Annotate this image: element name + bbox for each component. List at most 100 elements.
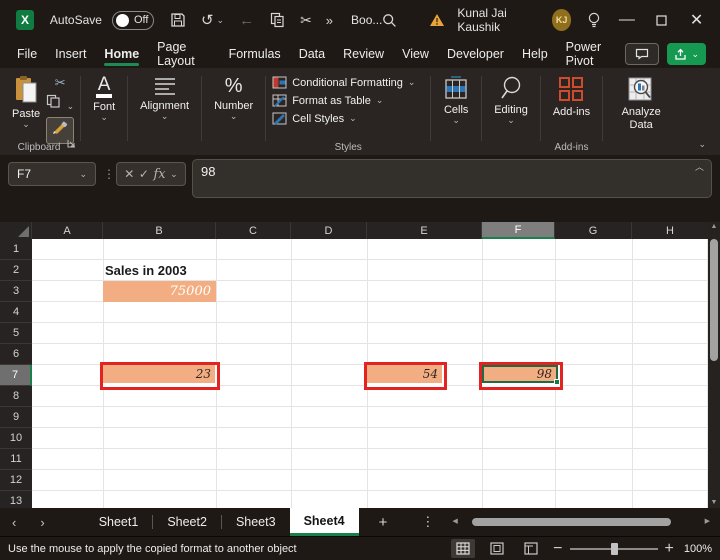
formula-input[interactable]: 98 [192, 159, 712, 198]
page-layout-view-button[interactable] [485, 539, 509, 558]
cell-styles-button[interactable]: Cell Styles ⌄ [272, 112, 415, 125]
tab-developer[interactable]: Developer [438, 43, 513, 65]
undo-dropdown-icon[interactable]: ⌄ [217, 15, 225, 25]
column-header-c[interactable]: C [216, 222, 291, 239]
column-header-h[interactable]: H [632, 222, 708, 239]
tab-view[interactable]: View [393, 43, 438, 65]
save-icon[interactable] [170, 12, 186, 28]
formula-bar-grip-icon[interactable]: ⋮ [103, 167, 115, 181]
row-header-6[interactable]: 6 [0, 344, 32, 365]
row-header-1[interactable]: 1 [0, 239, 32, 260]
maximize-button[interactable] [648, 14, 675, 26]
column-header-d[interactable]: D [291, 222, 367, 239]
row-header-10[interactable]: 10 [0, 428, 32, 449]
warning-icon[interactable] [429, 13, 445, 27]
collapse-formula-bar-icon[interactable]: ︿ [695, 163, 704, 172]
column-header-f[interactable]: F [482, 222, 555, 239]
undo-icon[interactable]: ↺ [201, 13, 214, 28]
row-header-7[interactable]: 7 [0, 365, 32, 386]
row-header-13[interactable]: 13 [0, 491, 32, 508]
tab-formulas[interactable]: Formulas [220, 43, 290, 65]
share-button[interactable]: ⌄ [667, 43, 706, 65]
cut-button[interactable]: ✂ [55, 75, 66, 91]
cell-f7-active[interactable]: 98 [479, 362, 563, 390]
name-box-dropdown-icon[interactable]: ⌄ [79, 169, 87, 179]
search-icon[interactable] [382, 13, 397, 28]
sheet-nav-left-icon[interactable]: ‹ [0, 515, 28, 530]
format-as-table-button[interactable]: Format as Table ⌄ [272, 94, 415, 107]
new-sheet-button[interactable]: + [359, 514, 408, 531]
vertical-scroll-thumb[interactable] [710, 239, 718, 361]
zoom-slider-thumb[interactable] [610, 542, 618, 555]
name-box[interactable]: F7 ⌄ [8, 162, 96, 186]
column-header-e[interactable]: E [367, 222, 482, 239]
column-header-a[interactable]: A [32, 222, 103, 239]
zoom-slider[interactable] [569, 542, 658, 555]
lightbulb-icon[interactable] [587, 12, 601, 29]
document-title[interactable]: Boo... [351, 13, 382, 27]
zoom-level[interactable]: 100% [684, 543, 712, 555]
cells-menu-button[interactable]: Cells ⌄ [437, 73, 475, 127]
scroll-left-icon[interactable]: ◀ [452, 517, 457, 527]
tab-page-layout[interactable]: Page Layout [148, 36, 219, 72]
paste-dropdown-icon[interactable]: ⌄ [22, 120, 30, 129]
cell-b3[interactable]: 75000 [103, 281, 216, 302]
alignment-menu-button[interactable]: Alignment ⌄ [134, 73, 195, 123]
editing-menu-button[interactable]: Editing ⌄ [488, 73, 534, 127]
cells-area[interactable]: Sales in 2003 75000 23 54 98 [32, 239, 708, 508]
close-button[interactable]: ✕ [683, 10, 710, 30]
page-break-preview-button[interactable] [519, 539, 543, 558]
paste-button[interactable]: Paste ⌄ [6, 73, 46, 131]
font-menu-button[interactable]: A Font ⌄ [87, 73, 121, 124]
tab-file[interactable]: File [8, 43, 46, 65]
row-header-12[interactable]: 12 [0, 470, 32, 491]
conditional-formatting-button[interactable]: Conditional Formatting ⌄ [272, 76, 415, 89]
tab-home[interactable]: Home [95, 43, 148, 66]
insert-function-icon[interactable]: fx [153, 167, 165, 182]
analyze-data-button[interactable]: Analyze Data [609, 73, 673, 133]
horizontal-scroll-thumb[interactable] [471, 518, 671, 526]
scroll-right-icon[interactable]: ▶ [705, 517, 710, 527]
enter-icon[interactable]: ✓ [139, 167, 149, 181]
horizontal-scrollbar[interactable]: ◀ ▶ [452, 517, 710, 527]
row-header-11[interactable]: 11 [0, 449, 32, 470]
copy-icon[interactable] [270, 12, 285, 28]
row-header-8[interactable]: 8 [0, 386, 32, 407]
zoom-in-icon[interactable]: + [665, 540, 674, 558]
scroll-up-icon[interactable]: ▲ [711, 222, 718, 232]
row-header-5[interactable]: 5 [0, 323, 32, 344]
zoom-out-icon[interactable]: − [553, 540, 562, 558]
copy-button[interactable]: ⌄ [46, 94, 74, 114]
sheet-tab-sheet3[interactable]: Sheet3 [222, 508, 290, 536]
comments-button[interactable] [625, 43, 660, 65]
cancel-icon[interactable]: ✕ [124, 167, 134, 181]
cell-d7[interactable]: 54 [364, 362, 447, 390]
tab-insert[interactable]: Insert [46, 43, 95, 65]
autosave-toggle[interactable]: Off [111, 10, 154, 30]
copy-dropdown-icon[interactable]: ⌄ [67, 101, 75, 111]
sheet-tab-sheet2[interactable]: Sheet2 [153, 508, 221, 536]
clipboard-dialog-launcher-icon[interactable] [67, 135, 76, 153]
tab-review[interactable]: Review [334, 43, 393, 65]
cell-b7[interactable]: 23 [100, 362, 220, 390]
more-commands-icon[interactable]: » [326, 14, 333, 27]
user-name[interactable]: Kunal Jai Kaushik [457, 6, 542, 34]
user-avatar[interactable]: KJ [551, 9, 572, 31]
column-header-g[interactable]: G [555, 222, 632, 239]
tab-help[interactable]: Help [513, 43, 557, 65]
tab-power-pivot[interactable]: Power Pivot [557, 36, 626, 72]
sheet-more-icon[interactable]: ⋮ [407, 514, 448, 530]
row-header-3[interactable]: 3 [0, 281, 32, 302]
row-header-2[interactable]: 2 [0, 260, 32, 281]
column-header-b[interactable]: B [103, 222, 216, 239]
addins-button[interactable]: Add-ins [547, 73, 596, 120]
row-header-9[interactable]: 9 [0, 407, 32, 428]
cell-b2[interactable]: Sales in 2003 [103, 260, 216, 281]
excel-app-icon[interactable]: X [16, 10, 34, 30]
select-all-button[interactable] [0, 222, 32, 239]
number-menu-button[interactable]: % Number ⌄ [208, 73, 259, 123]
normal-view-button[interactable] [451, 539, 476, 558]
fx-dropdown-icon[interactable]: ⌄ [170, 169, 178, 179]
vertical-scrollbar[interactable]: ▲ ▼ [708, 222, 720, 508]
cut-icon[interactable]: ✂ [300, 13, 312, 27]
